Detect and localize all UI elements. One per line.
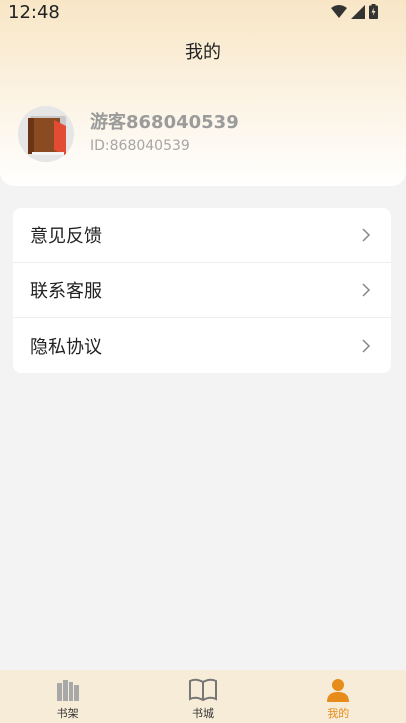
chevron-right-icon — [362, 283, 371, 297]
menu-item-label: 隐私协议 — [30, 336, 102, 358]
username: 游客868040539 — [90, 112, 239, 133]
user-id: ID:868040539 — [90, 138, 190, 154]
chevron-right-icon — [362, 228, 371, 242]
menu-item-label: 联系客服 — [30, 281, 102, 302]
menu-item-customer-service[interactable]: 联系客服 — [13, 263, 391, 318]
tab-label: 书城 — [191, 707, 214, 720]
bottom-tabbar: 书架 书城 我的 — [0, 670, 406, 723]
book-open-icon — [188, 678, 217, 702]
menu-item-label: 意见反馈 — [30, 226, 102, 247]
tab-bookstore[interactable]: 书城 — [163, 670, 243, 721]
signal-icon — [351, 4, 365, 19]
menu-item-feedback[interactable]: 意见反馈 — [13, 208, 391, 263]
status-bar: 12:48 — [0, 0, 406, 24]
avatar[interactable] — [18, 106, 74, 162]
status-icons — [331, 4, 378, 19]
person-icon — [327, 679, 350, 702]
tab-label: 书架 — [56, 707, 79, 720]
battery-icon — [369, 4, 378, 19]
menu-item-privacy[interactable]: 隐私协议 — [13, 318, 391, 373]
tab-mine[interactable]: 我的 — [298, 670, 378, 721]
wifi-icon — [331, 4, 347, 18]
bookshelf-icon — [56, 680, 79, 701]
profile-header: 12:48 我的 游客868040539 ID:868040539 — [0, 0, 406, 186]
tab-bookshelf[interactable]: 书架 — [28, 670, 108, 721]
tab-label: 我的 — [327, 707, 350, 720]
settings-menu: 意见反馈 联系客服 隐私协议 — [13, 208, 391, 373]
status-time: 12:48 — [8, 2, 60, 23]
chevron-right-icon — [362, 338, 371, 353]
page-title: 我的 — [185, 42, 221, 63]
book-avatar-icon — [18, 106, 74, 162]
